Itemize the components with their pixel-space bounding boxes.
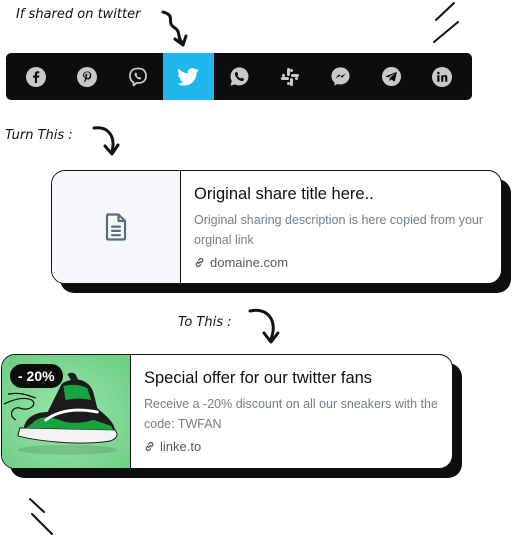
- link-icon: [145, 441, 154, 452]
- share-linkedin-button[interactable]: [416, 53, 467, 100]
- original-card-title: Original share title here..: [194, 185, 374, 203]
- original-card-body: Original share title here.. Original sha…: [181, 171, 501, 283]
- viber-icon: [128, 67, 147, 86]
- original-card-description: Original sharing description is here cop…: [194, 213, 484, 247]
- telegram-icon: [381, 66, 401, 87]
- custom-card-body: Special offer for our twitter fans Recei…: [131, 355, 452, 468]
- share-facebook-button[interactable]: [11, 53, 62, 100]
- share-twitter-button[interactable]: [163, 53, 214, 100]
- original-share-card[interactable]: Original share title here.. Original sha…: [51, 170, 502, 284]
- custom-card-description: Receive a -20% discount on all our sneak…: [144, 397, 438, 431]
- arrow-curve-icon: [92, 126, 120, 156]
- whatsapp-icon: [229, 67, 248, 86]
- custom-share-card[interactable]: Special offer for our twitter fans Recei…: [1, 354, 453, 469]
- share-viber-button[interactable]: [112, 53, 163, 100]
- share-messenger-button[interactable]: [315, 53, 366, 100]
- share-slack-button[interactable]: [264, 53, 315, 100]
- custom-card-link-text: linke.to: [160, 439, 202, 454]
- document-icon: [105, 213, 127, 241]
- messenger-icon: [331, 67, 350, 86]
- pinterest-icon: [77, 66, 97, 87]
- original-share-card-wrap: Original share title here.. Original sha…: [51, 170, 511, 293]
- label-turn-this: Turn This :: [5, 128, 73, 143]
- twitter-icon: [177, 67, 200, 86]
- label-if-shared: If shared on twitter: [16, 7, 141, 22]
- arrow-down-icon: [161, 10, 188, 47]
- original-card-media: [52, 171, 181, 283]
- label-to-this: To This :: [178, 315, 232, 330]
- custom-card-link[interactable]: linke.to: [144, 439, 440, 454]
- slack-icon: [280, 67, 299, 86]
- linkedin-icon: [431, 66, 452, 87]
- link-icon: [195, 257, 204, 268]
- facebook-icon: [26, 66, 47, 87]
- arrow-curve-icon: [248, 308, 280, 344]
- share-telegram-button[interactable]: [366, 53, 417, 100]
- share-pinterest-button[interactable]: [62, 53, 113, 100]
- custom-share-card-wrap: Special offer for our twitter fans Recei…: [1, 354, 462, 478]
- decorative-strokes-bottom: [29, 498, 53, 535]
- original-card-link-text: domaine.com: [210, 255, 289, 270]
- decorative-strokes-top: [433, 2, 459, 43]
- discount-badge: - 20%: [10, 364, 63, 388]
- share-whatsapp-button[interactable]: [214, 53, 265, 100]
- original-card-link[interactable]: domaine.com: [194, 255, 489, 270]
- share-bar: [6, 53, 472, 100]
- custom-card-title: Special offer for our twitter fans: [144, 369, 373, 387]
